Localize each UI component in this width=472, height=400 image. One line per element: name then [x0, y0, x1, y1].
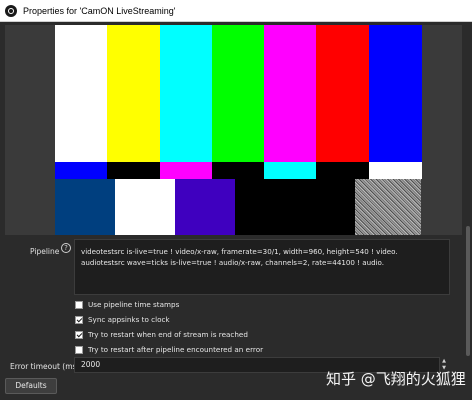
defaults-button[interactable]: Defaults — [5, 378, 57, 394]
pluge-bar — [55, 179, 115, 235]
option-restart-end-of-stream[interactable]: Try to restart when end of stream is rea… — [75, 330, 248, 339]
option-label: Use pipeline time stamps — [88, 300, 180, 309]
watermark: 知乎 @飞翔的火狐狸 — [326, 370, 466, 388]
obs-app-icon — [5, 4, 17, 17]
color-bar — [368, 162, 422, 179]
video-preview — [5, 25, 462, 235]
checkbox-restart-after-error[interactable] — [75, 345, 83, 354]
color-bar — [55, 25, 108, 162]
pluge-bar — [295, 179, 325, 235]
vertical-scrollbar[interactable] — [464, 22, 472, 377]
pluge-bar — [325, 179, 355, 235]
color-bar — [316, 25, 370, 162]
option-label: Try to restart after pipeline encountere… — [88, 345, 264, 354]
color-bar — [211, 162, 265, 179]
color-bar — [368, 25, 422, 162]
color-bar — [159, 25, 213, 162]
color-bar — [107, 25, 161, 162]
checkbox-sync-appsinks[interactable] — [75, 315, 83, 324]
color-bar — [107, 162, 161, 179]
scrollbar-thumb[interactable] — [466, 226, 470, 356]
option-use-pipeline-time-stamps[interactable]: Use pipeline time stamps — [75, 300, 179, 309]
title-bar: Properties for 'CamON LiveStreaming' — [0, 0, 472, 22]
color-bar — [211, 25, 265, 162]
pipeline-textarea[interactable]: videotestsrc is-live=true ! video/x-raw,… — [74, 239, 450, 295]
help-icon[interactable]: ? — [61, 243, 71, 253]
color-bar — [316, 162, 370, 179]
option-label: Try to restart when end of stream is rea… — [88, 330, 248, 339]
pluge-bar — [235, 179, 295, 235]
color-bars-test-pattern — [55, 25, 422, 235]
window-title: Properties for 'CamON LiveStreaming' — [23, 5, 176, 16]
color-bar — [264, 25, 318, 162]
option-sync-appsinks[interactable]: Sync appsinks to clock — [75, 315, 170, 324]
option-label: Sync appsinks to clock — [88, 315, 170, 324]
pipeline-label: Pipeline — [30, 247, 60, 256]
checkbox-restart-end-of-stream[interactable] — [75, 330, 83, 339]
option-restart-after-error[interactable]: Try to restart after pipeline encountere… — [75, 345, 263, 354]
pluge-bar — [115, 179, 175, 235]
pluge-bar — [175, 179, 235, 235]
noise-block — [355, 179, 421, 235]
color-bar — [55, 162, 108, 179]
color-bar — [264, 162, 318, 179]
color-bar — [159, 162, 213, 179]
checkbox-use-pipeline-time-stamps[interactable] — [75, 300, 83, 309]
error-timeout-label: Error timeout (ms) — [10, 362, 80, 371]
